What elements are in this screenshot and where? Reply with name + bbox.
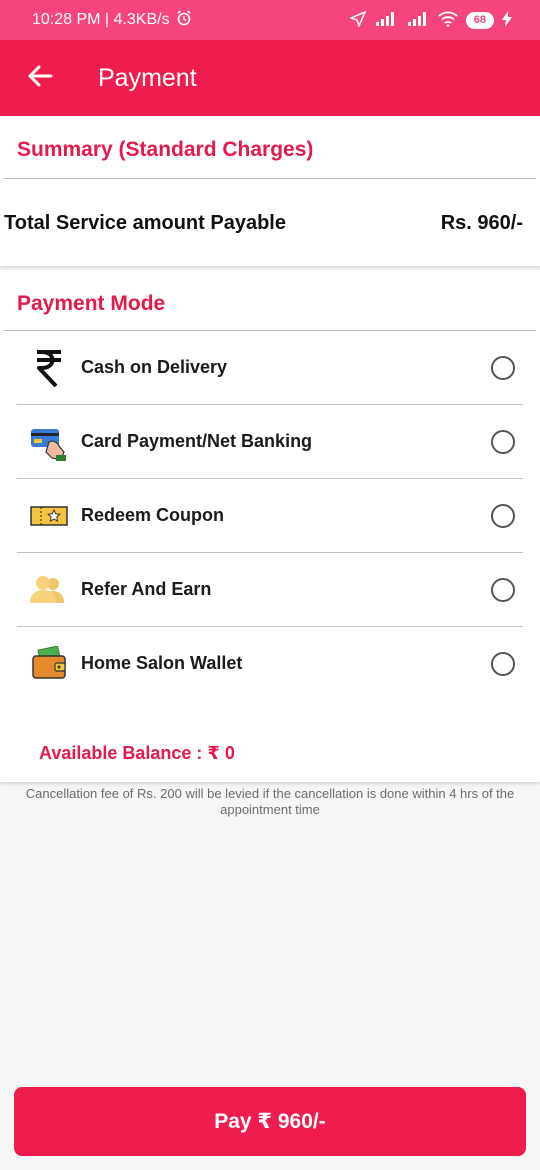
charging-icon — [502, 10, 512, 30]
payment-mode-card: Payment Mode Cash on Delivery Card Payme… — [0, 270, 540, 782]
cancellation-notice: Cancellation fee of Rs. 200 will be levi… — [25, 786, 515, 817]
option-card-payment[interactable]: Card Payment/Net Banking — [17, 404, 523, 478]
wifi-icon — [438, 11, 458, 30]
page-title: Payment — [98, 63, 197, 92]
battery-indicator: 68 — [465, 11, 494, 29]
signal-icon-2 — [406, 11, 430, 29]
alarm-icon — [176, 9, 192, 31]
total-amount: Rs. 960/- — [440, 211, 523, 234]
status-bar: 10:28 PM | 4.3KB/s 68 — [0, 0, 540, 40]
option-label: Card Payment/Net Banking — [81, 431, 313, 451]
signal-icon — [374, 11, 398, 29]
status-right: 68 — [348, 10, 512, 30]
summary-card: Summary (Standard Charges) Total Service… — [0, 116, 540, 266]
pay-button[interactable]: Pay ₹ 960/- — [14, 1087, 526, 1156]
app-bar: Payment — [0, 40, 540, 116]
radio-button[interactable] — [491, 577, 515, 602]
option-label: Redeem Coupon — [81, 505, 225, 525]
radio-button[interactable] — [491, 355, 515, 380]
arrow-left-icon — [27, 64, 53, 93]
available-balance: Available Balance : ₹ 0 — [39, 743, 235, 763]
card-payment-icon — [29, 422, 69, 462]
option-label: Cash on Delivery — [81, 357, 228, 377]
rupee-icon — [29, 348, 69, 388]
option-redeem-coupon[interactable]: Redeem Coupon — [17, 478, 523, 552]
users-icon — [29, 570, 69, 610]
option-label: Home Salon Wallet — [81, 653, 243, 673]
wallet-icon — [29, 644, 69, 684]
radio-button[interactable] — [491, 503, 515, 528]
option-cash-on-delivery[interactable]: Cash on Delivery — [17, 331, 523, 404]
radio-button[interactable] — [491, 429, 515, 454]
status-time-speed: 10:28 PM | 4.3KB/s — [32, 11, 170, 28]
summary-row: Total Service amount Payable Rs. 960/- — [0, 179, 540, 267]
payment-mode-title: Payment Mode — [17, 292, 166, 315]
option-label: Refer And Earn — [81, 579, 212, 599]
option-refer-and-earn[interactable]: Refer And Earn — [17, 552, 523, 626]
back-button[interactable] — [0, 40, 80, 116]
coupon-icon — [29, 496, 69, 536]
option-home-salon-wallet[interactable]: Home Salon Wallet — [17, 626, 523, 700]
payment-options: Cash on Delivery Card Payment/Net Bankin… — [0, 331, 540, 700]
total-label: Total Service amount Payable — [4, 212, 286, 234]
radio-button[interactable] — [491, 651, 515, 676]
summary-title: Summary (Standard Charges) — [17, 138, 314, 161]
location-icon — [348, 10, 367, 30]
status-left: 10:28 PM | 4.3KB/s — [32, 9, 192, 31]
